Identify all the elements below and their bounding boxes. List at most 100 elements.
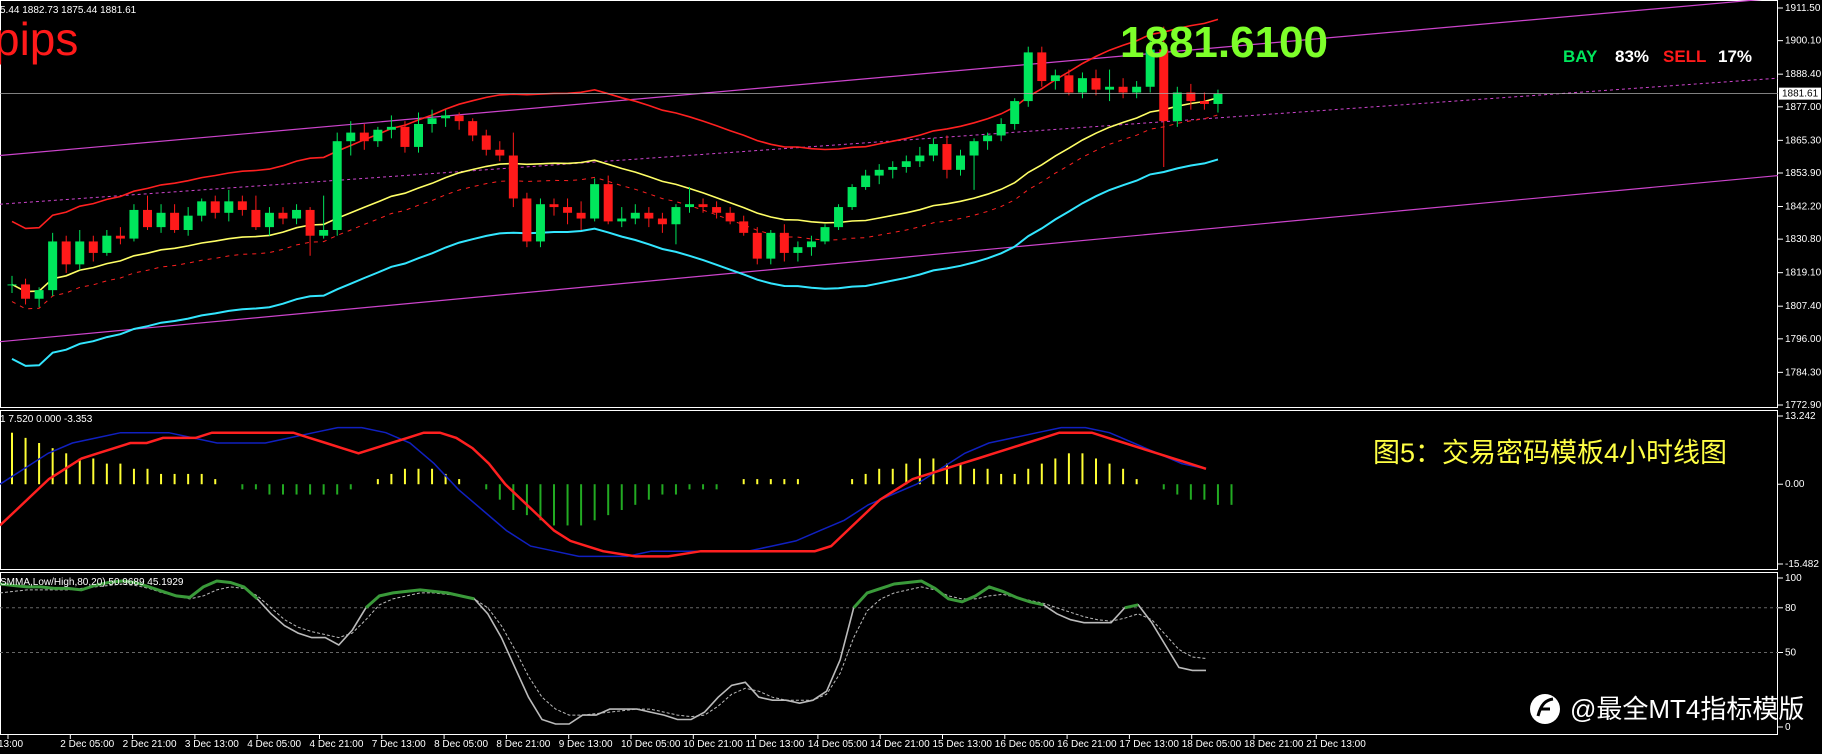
candle-body: [928, 144, 938, 156]
candle-body: [197, 201, 207, 216]
candle-body: [34, 290, 44, 299]
candle-body: [901, 161, 911, 167]
candle-body: [468, 121, 478, 136]
candle-body: [630, 212, 640, 219]
candle-body: [603, 184, 613, 222]
time-tick-label: 8 Dec 05:00: [434, 739, 488, 750]
candle: [820, 224, 830, 245]
time-tick-label: 2 Dec 21:00: [123, 739, 177, 750]
candle-body: [779, 232, 789, 253]
stoch-tick-label: 50: [1785, 648, 1797, 659]
candle: [834, 204, 844, 230]
candle-body: [847, 187, 857, 208]
candle-body: [115, 235, 125, 239]
candle-body: [156, 212, 166, 228]
candle-body: [1037, 52, 1047, 82]
candle-body: [305, 209, 315, 236]
candle-body: [535, 204, 545, 242]
price-tick-label: 1784.30: [1785, 367, 1822, 378]
candle: [535, 198, 545, 248]
candle-body: [806, 241, 816, 248]
candle-body: [7, 284, 17, 286]
candle-body: [1077, 78, 1087, 93]
candle-body: [264, 212, 274, 228]
candle-body: [522, 198, 532, 242]
macd-tick-label: 13.242: [1785, 411, 1816, 422]
candle-body: [102, 235, 112, 253]
macd-label: 1 7.520 0.000 -3.353: [0, 414, 93, 425]
candle-body: [888, 166, 898, 170]
candle: [1037, 46, 1047, 87]
candle-body: [834, 207, 844, 228]
time-tick-label: 16 Dec 21:00: [1057, 739, 1117, 750]
candle-body: [956, 155, 965, 170]
watermark: @最全MT4指标模版: [1530, 694, 1804, 724]
time-tick-label: 14 Dec 05:00: [808, 739, 868, 750]
candle-body: [210, 201, 220, 213]
candle-body: [644, 212, 654, 219]
price-tick-label: 1842.20: [1785, 202, 1822, 213]
candle-body: [766, 232, 776, 259]
candle-body: [1010, 101, 1020, 125]
time-tick-label: 18 Dec 21:00: [1244, 739, 1304, 750]
candle-body: [129, 209, 139, 239]
price-tick-label: 1830.80: [1785, 234, 1822, 245]
candle: [590, 178, 600, 222]
time-tick-label: 10 Dec 21:00: [683, 739, 743, 750]
candle-body: [75, 241, 85, 265]
candle-body: [1132, 86, 1142, 93]
candle-body: [576, 212, 586, 219]
candle-body: [88, 241, 98, 253]
candle-body: [712, 207, 722, 213]
candle-body: [752, 232, 762, 259]
candle-body: [481, 135, 491, 150]
candle-body: [143, 209, 152, 228]
candle-body: [1213, 93, 1223, 104]
time-tick-label: 10 Dec 05:00: [621, 739, 681, 750]
candle-body: [292, 209, 302, 219]
candle-body: [346, 132, 356, 142]
price-tick-label: 1853.90: [1785, 168, 1822, 179]
sell-label: SELL: [1663, 47, 1706, 66]
price-tick-label: 1819.10: [1785, 268, 1822, 279]
trading-chart[interactable]: 1911.50 1900.10 1888.40 1877.00 1865.30 1853.…: [0, 0, 1822, 754]
bay-percent: 83%: [1615, 47, 1649, 66]
candle-body: [563, 207, 573, 213]
candle-body: [441, 115, 451, 119]
time-tick-label: 18 Dec 05:00: [1182, 739, 1242, 750]
candle-body: [495, 149, 505, 156]
sell-percent: 17%: [1718, 47, 1752, 66]
candle-body: [170, 212, 180, 230]
macd-tick-label: -15.482: [1785, 559, 1819, 570]
candle-body: [508, 155, 518, 199]
price-tick-label: 1796.00: [1785, 334, 1822, 345]
candle-body: [549, 204, 559, 208]
stoch-label: SMMA,Low/High,80,20) 50.9689 45.1929: [0, 577, 184, 588]
pips-label: pips: [0, 13, 78, 65]
candle-body: [454, 115, 464, 122]
candle-body: [427, 118, 437, 125]
candle-body: [969, 141, 979, 156]
time-tick-label: 13:00: [0, 739, 23, 750]
big-price-label: 1881.6100: [1120, 18, 1328, 67]
candle-body: [400, 126, 410, 147]
watermark-text: @最全MT4指标模版: [1570, 694, 1804, 724]
candle-body: [48, 241, 58, 291]
candle-body: [373, 129, 383, 142]
time-tick-label: 14 Dec 21:00: [870, 739, 930, 750]
candle-body: [1050, 75, 1060, 82]
candle-body: [1172, 92, 1182, 122]
price-tick-label: 1911.50: [1785, 3, 1821, 14]
candle-body: [1064, 75, 1074, 93]
candle-body: [386, 126, 396, 130]
price-tick-label: 1772.90: [1785, 400, 1822, 411]
price-tick-label: 1900.10: [1785, 36, 1822, 47]
current-price-tag-label: 1881.61: [1782, 89, 1819, 100]
time-tick-label: 3 Dec 13:00: [185, 739, 239, 750]
candle-body: [251, 209, 261, 228]
candle-body: [657, 218, 667, 225]
candle-body: [414, 124, 423, 147]
candle-body: [996, 124, 1006, 136]
time-tick-label: 17 Dec 13:00: [1119, 739, 1179, 750]
candle-body: [1105, 86, 1115, 90]
